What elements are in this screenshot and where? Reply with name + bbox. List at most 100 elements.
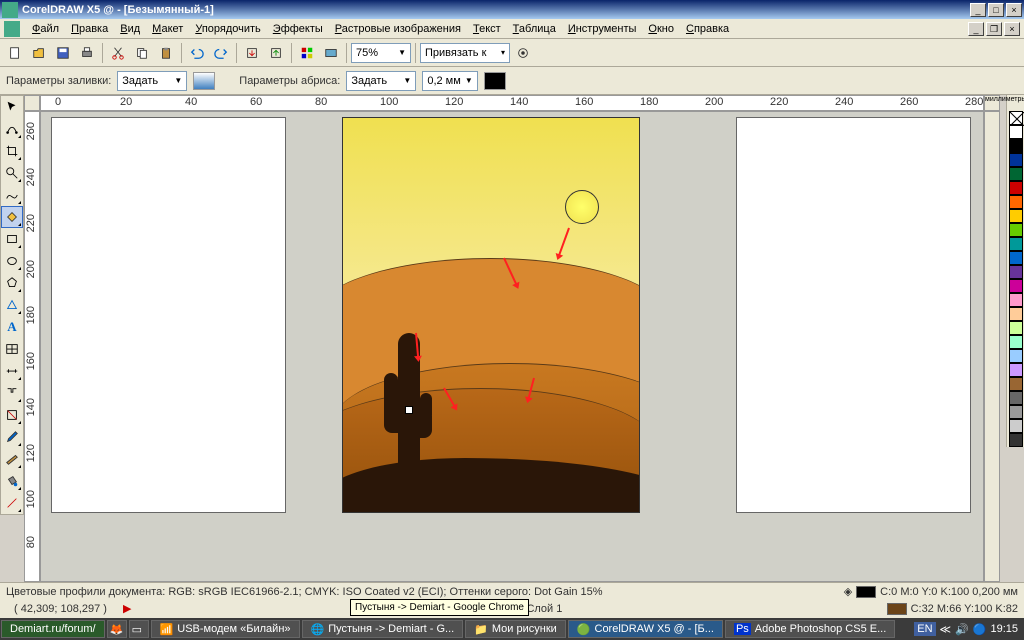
color-swatch[interactable] — [1009, 139, 1023, 153]
color-swatch[interactable] — [1009, 391, 1023, 405]
color-swatch[interactable] — [1009, 419, 1023, 433]
options-button[interactable] — [512, 42, 534, 64]
basic-shapes-tool[interactable] — [1, 294, 23, 316]
outline-swatch[interactable] — [484, 72, 506, 90]
dimension-tool[interactable] — [1, 360, 23, 382]
fill-combo[interactable]: Задать▼ — [117, 71, 187, 91]
menu-effects[interactable]: Эффекты — [267, 21, 329, 37]
color-swatch[interactable] — [1009, 363, 1023, 377]
color-swatch[interactable] — [1009, 181, 1023, 195]
paste-button[interactable] — [155, 42, 177, 64]
color-swatch[interactable] — [1009, 265, 1023, 279]
tray-lang[interactable]: EN — [914, 622, 935, 636]
task-pictures[interactable]: 📁Мои рисунки — [465, 620, 566, 638]
fill-tool[interactable] — [1, 470, 23, 492]
task-photoshop[interactable]: PsAdobe Photoshop CS5 E... — [725, 620, 895, 638]
table-tool[interactable] — [1, 338, 23, 360]
menu-table[interactable]: Таблица — [507, 21, 562, 37]
menu-window[interactable]: Окно — [642, 21, 680, 37]
mdi-minimize[interactable]: _ — [968, 22, 984, 36]
doc-color-icon[interactable]: ◈ — [844, 585, 852, 598]
color-swatch[interactable] — [1009, 223, 1023, 237]
zoom-tool[interactable] — [1, 162, 23, 184]
ruler-origin[interactable] — [24, 95, 40, 111]
crop-tool[interactable] — [1, 140, 23, 162]
ruler-vertical[interactable]: 26024022020018016014012010080 — [24, 111, 40, 582]
color-swatch[interactable] — [1009, 321, 1023, 335]
ellipse-tool[interactable] — [1, 250, 23, 272]
tray-icon[interactable]: ≪ — [940, 623, 952, 636]
color-swatch[interactable] — [1009, 405, 1023, 419]
mdi-close[interactable]: × — [1004, 22, 1020, 36]
task-chrome[interactable]: 🌐Пустыня -> Demiart - G... — [302, 620, 464, 638]
color-swatch[interactable] — [1009, 195, 1023, 209]
selection-handle[interactable] — [405, 406, 413, 414]
app-launcher[interactable] — [296, 42, 318, 64]
outline-indicator[interactable] — [856, 586, 876, 598]
new-button[interactable] — [4, 42, 26, 64]
rectangle-tool[interactable] — [1, 228, 23, 250]
polygon-tool[interactable] — [1, 272, 23, 294]
color-swatch[interactable] — [1009, 349, 1023, 363]
menu-arrange[interactable]: Упорядочить — [189, 21, 266, 37]
interactive-fill-tool[interactable] — [1, 492, 23, 514]
minimize-button[interactable]: _ — [970, 3, 986, 17]
print-button[interactable] — [76, 42, 98, 64]
close-button[interactable]: × — [1006, 3, 1022, 17]
color-swatch[interactable] — [1009, 153, 1023, 167]
cut-button[interactable] — [107, 42, 129, 64]
start-button[interactable]: Demiart.ru/forum/ — [1, 620, 105, 638]
interactive-tool[interactable] — [1, 404, 23, 426]
open-button[interactable] — [28, 42, 50, 64]
color-swatch[interactable] — [1009, 167, 1023, 181]
eyedropper-tool[interactable] — [1, 426, 23, 448]
color-swatch[interactable] — [1009, 125, 1023, 139]
copy-button[interactable] — [131, 42, 153, 64]
outline-combo[interactable]: Задать▼ — [346, 71, 416, 91]
menu-file[interactable]: Файл — [26, 21, 65, 37]
menu-bitmaps[interactable]: Растровые изображения — [329, 21, 467, 37]
quick-launch-2[interactable]: ▭ — [129, 620, 149, 638]
menu-text[interactable]: Текст — [467, 21, 507, 37]
tray-clock[interactable]: 19:15 — [990, 623, 1018, 635]
menu-help[interactable]: Справка — [680, 21, 735, 37]
canvas-area[interactable] — [40, 111, 984, 582]
import-button[interactable] — [241, 42, 263, 64]
maximize-button[interactable]: □ — [988, 3, 1004, 17]
export-button[interactable] — [265, 42, 287, 64]
task-usb[interactable]: 📶USB-модем «Билайн» — [151, 620, 300, 638]
tray-icon[interactable]: 🔵 — [973, 623, 987, 636]
save-button[interactable] — [52, 42, 74, 64]
outline-width-combo[interactable]: 0,2 мм▼ — [422, 71, 477, 91]
undo-button[interactable] — [186, 42, 208, 64]
redo-button[interactable] — [210, 42, 232, 64]
snap-combo[interactable]: Привязать к▾ — [420, 43, 510, 63]
color-swatch[interactable] — [1009, 279, 1023, 293]
color-swatch[interactable] — [1009, 433, 1023, 447]
fill-swatch[interactable] — [193, 72, 215, 90]
task-coreldraw[interactable]: 🟢CorelDRAW X5 @ - [Б... — [568, 620, 723, 638]
color-swatch[interactable] — [1009, 251, 1023, 265]
color-swatch[interactable] — [1009, 335, 1023, 349]
vertical-scrollbar[interactable] — [984, 111, 1000, 582]
no-color-swatch[interactable] — [1009, 111, 1023, 125]
menu-layout[interactable]: Макет — [146, 21, 189, 37]
tray-icon[interactable]: 🔊 — [955, 623, 969, 636]
mdi-restore[interactable]: ❐ — [986, 22, 1002, 36]
fill-indicator[interactable] — [887, 603, 907, 615]
color-swatch[interactable] — [1009, 377, 1023, 391]
text-tool[interactable]: A — [1, 316, 23, 338]
menu-view[interactable]: Вид — [114, 21, 146, 37]
color-swatch[interactable] — [1009, 307, 1023, 321]
connector-tool[interactable] — [1, 382, 23, 404]
ruler-horizontal[interactable]: 020406080100120140160180200220240260280 — [40, 95, 984, 111]
shape-tool[interactable] — [1, 118, 23, 140]
quick-launch-1[interactable]: 🦊 — [107, 620, 127, 638]
smart-fill-tool[interactable] — [1, 206, 23, 228]
pick-tool[interactable] — [1, 96, 23, 118]
color-swatch[interactable] — [1009, 237, 1023, 251]
zoom-combo[interactable]: 75%▼ — [351, 43, 411, 63]
color-swatch[interactable] — [1009, 293, 1023, 307]
freehand-tool[interactable] — [1, 184, 23, 206]
welcome-button[interactable] — [320, 42, 342, 64]
